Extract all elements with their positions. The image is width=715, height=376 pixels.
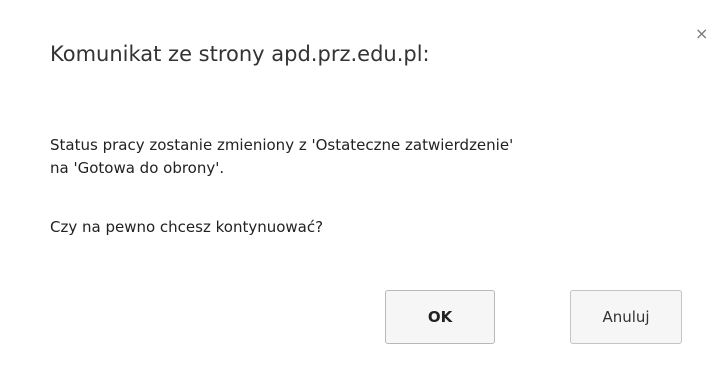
message-line-2: na 'Gotowa do obrony'. [50,159,225,177]
close-icon[interactable]: × [695,26,708,42]
ok-button[interactable]: OK [385,290,495,344]
dialog-question: Czy na pewno chcesz kontynuować? [50,218,324,236]
confirm-dialog: Komunikat ze strony apd.prz.edu.pl: × St… [0,0,715,376]
message-line-1: Status pracy zostanie zmieniony z 'Ostat… [50,136,514,154]
dialog-message: Status pracy zostanie zmieniony z 'Ostat… [50,134,513,180]
dialog-title: Komunikat ze strony apd.prz.edu.pl: [50,42,430,66]
cancel-button[interactable]: Anuluj [570,290,682,344]
